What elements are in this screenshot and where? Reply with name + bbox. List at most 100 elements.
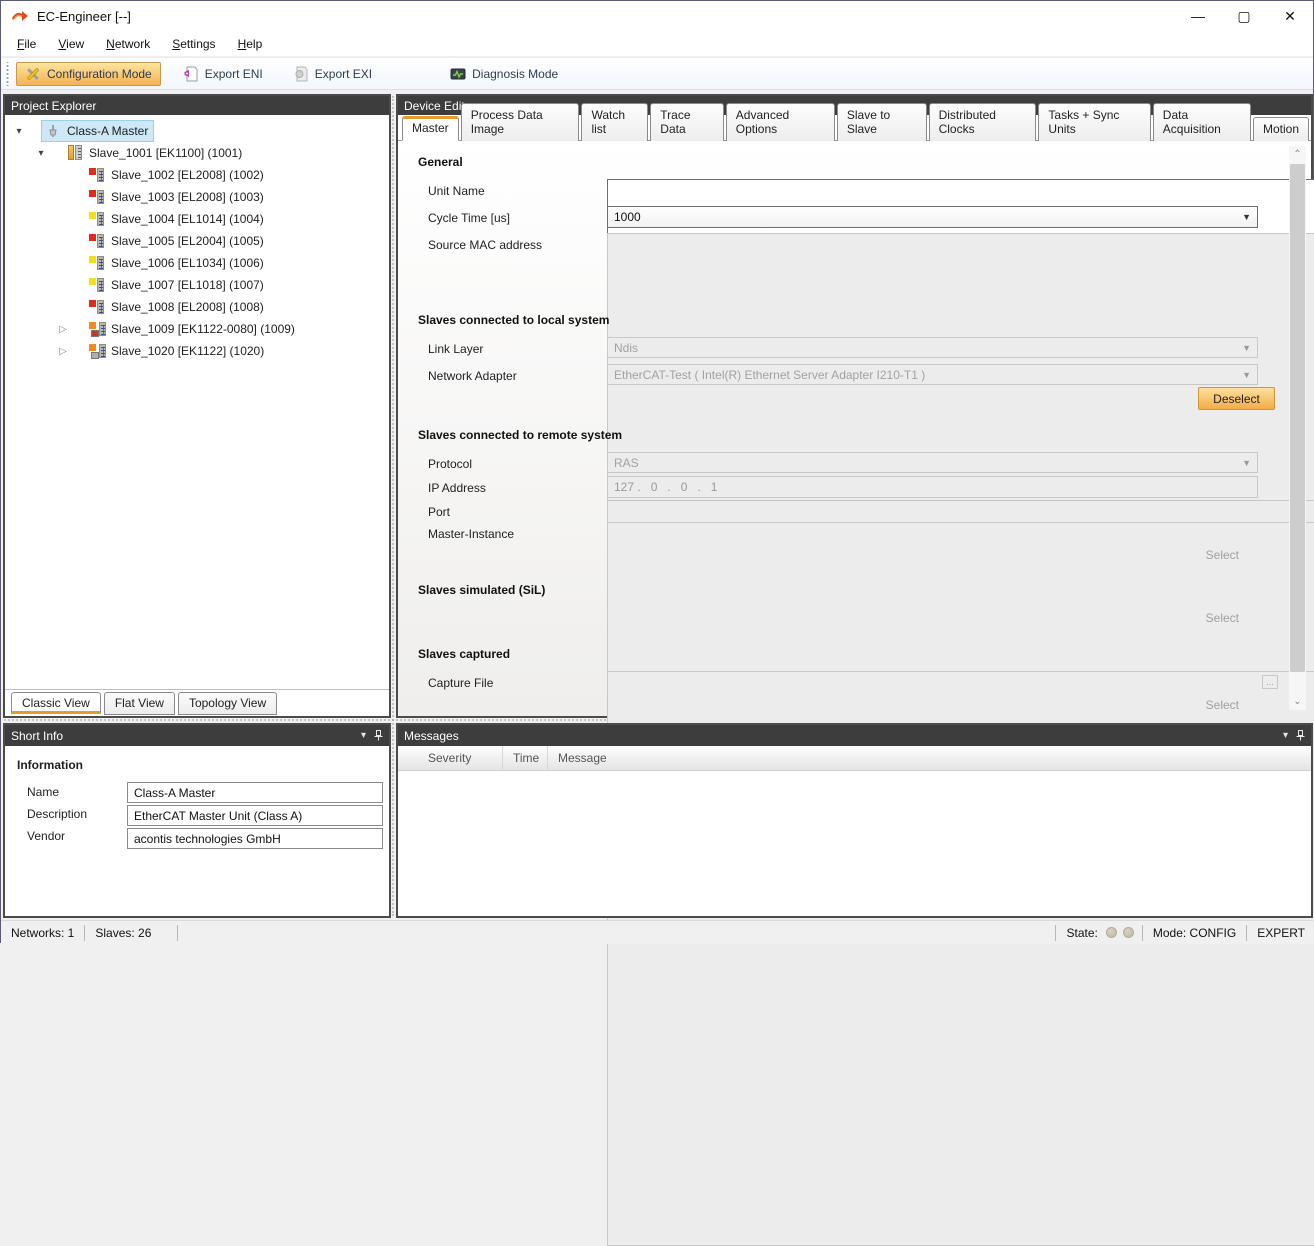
tree-row-slave-1008[interactable]: Slave_1008 [EL2008] (1008) [5, 296, 389, 318]
protocol-combobox: RAS▼ [607, 452, 1258, 473]
tab-motion[interactable]: Motion [1253, 117, 1309, 141]
configuration-mode-button[interactable]: Configuration Mode [16, 62, 161, 86]
pin-icon[interactable] [1296, 730, 1305, 741]
expander-expanded-icon[interactable]: ▾ [33, 148, 49, 159]
tree-row-slave-1003[interactable]: Slave_1003 [EL2008] (1003) [5, 186, 389, 208]
cycle-time-combobox[interactable]: 1000▼ [607, 206, 1258, 228]
tree-node-slave-1009[interactable]: Slave_1009 [EK1122-0080] (1009) [85, 318, 301, 340]
expander-collapsed-icon[interactable]: ▷ [55, 324, 71, 335]
device-editor-scrollbar[interactable]: ⌃ ⌄ [1289, 146, 1306, 710]
output-terminal-icon [89, 167, 105, 183]
tab-watch-list[interactable]: Watch list [581, 103, 648, 141]
tab-topology-view[interactable]: Topology View [178, 692, 277, 715]
deselect-button[interactable]: Deselect [1198, 387, 1275, 410]
expander-collapsed-icon[interactable]: ▷ [55, 346, 71, 357]
collapse-chevron-icon[interactable]: ▾ [1283, 730, 1288, 741]
scroll-down-icon[interactable]: ⌄ [1289, 693, 1306, 710]
collapse-chevron-icon[interactable]: ▾ [361, 730, 366, 741]
tree-node-slave-1003[interactable]: Slave_1003 [EL2008] (1003) [85, 186, 270, 208]
tree-node-slave-1007[interactable]: Slave_1007 [EL1018] (1007) [85, 274, 270, 296]
cycle-time-label: Cycle Time [us] [428, 211, 510, 225]
tree-row-slave-1007[interactable]: Slave_1007 [EL1018] (1007) [5, 274, 389, 296]
menu-settings[interactable]: Settings [162, 33, 225, 55]
scroll-up-icon[interactable]: ⌃ [1289, 146, 1306, 163]
status-bar: Networks: 1 Slaves: 26 State: Mode: CONF… [1, 920, 1313, 944]
input-terminal-icon [89, 211, 105, 227]
toolbar-grip[interactable] [5, 62, 10, 86]
master-instance-label: Master-Instance [428, 527, 514, 541]
tree-row-slave-1020[interactable]: ▷ Slave_1020 [EK1122] (1020) [5, 340, 389, 362]
tab-advanced-options[interactable]: Advanced Options [726, 103, 835, 141]
vendor-field[interactable] [127, 828, 383, 849]
tab-master[interactable]: Master [402, 116, 459, 141]
tab-slave-to-slave[interactable]: Slave to Slave [837, 103, 927, 141]
protocol-label: Protocol [428, 457, 472, 471]
vertical-splitter[interactable] [392, 96, 394, 916]
menu-help[interactable]: Help [228, 33, 273, 55]
app-logo-icon [11, 9, 29, 23]
tree-node-slave-1004[interactable]: Slave_1004 [EL1014] (1004) [85, 208, 270, 230]
messages-header: Messages ▾ [398, 725, 1311, 746]
messages-column-header: Severity Time Message [398, 746, 1311, 771]
device-editor-panel: Device Editor Master Process Data Image … [396, 94, 1313, 718]
name-field[interactable] [127, 782, 383, 803]
tree-node-slave-1002[interactable]: Slave_1002 [EL2008] (1002) [85, 164, 270, 186]
tab-data-acquisition[interactable]: Data Acquisition [1153, 103, 1251, 141]
tree-row-master[interactable]: ▾ Class-A Master [5, 120, 389, 142]
junction-terminal-icon [89, 321, 105, 337]
expander-expanded-icon[interactable]: ▾ [11, 126, 27, 137]
scrollbar-thumb[interactable] [1290, 164, 1305, 672]
name-label: Name [27, 785, 59, 799]
tab-trace-data[interactable]: Trace Data [650, 103, 724, 141]
tab-tasks-sync-units[interactable]: Tasks + Sync Units [1038, 103, 1150, 141]
tree-label: Slave_1005 [EL2004] (1005) [111, 234, 264, 248]
tree-row-slave-1002[interactable]: Slave_1002 [EL2008] (1002) [5, 164, 389, 186]
column-message[interactable]: Message [548, 746, 617, 770]
captured-select-link[interactable]: Select [1206, 698, 1239, 712]
messages-panel: Messages ▾ Severity Time Message [396, 723, 1313, 918]
tree-row-slave-1009[interactable]: ▷ Slave_1009 [EK1122-0080] (1009) [5, 318, 389, 340]
remote-select-link[interactable]: Select [1206, 548, 1239, 562]
tab-flat-view[interactable]: Flat View [104, 692, 175, 715]
export-exi-label: Export EXI [315, 67, 372, 81]
pin-icon[interactable] [374, 730, 383, 741]
tree-node-slave-1006[interactable]: Slave_1006 [EL1034] (1006) [85, 252, 270, 274]
export-eni-label: Export ENI [205, 67, 263, 81]
tab-distributed-clocks[interactable]: Distributed Clocks [929, 103, 1037, 141]
tree-row-slave-1006[interactable]: Slave_1006 [EL1034] (1006) [5, 252, 389, 274]
sil-select-link[interactable]: Select [1206, 611, 1239, 625]
view-tab-strip: Classic View Flat View Topology View [5, 689, 389, 716]
tree-node-slave-1008[interactable]: Slave_1008 [EL2008] (1008) [85, 296, 270, 318]
maximize-button[interactable]: ▢ [1221, 1, 1267, 31]
close-button[interactable]: ✕ [1267, 1, 1313, 31]
column-severity[interactable]: Severity [398, 746, 503, 770]
tree-label: Class-A Master [67, 124, 148, 138]
tab-classic-view[interactable]: Classic View [11, 692, 101, 714]
tree-node-slave-1020[interactable]: Slave_1020 [EK1122] (1020) [85, 340, 270, 362]
tree-row-slave-1005[interactable]: Slave_1005 [EL2004] (1005) [5, 230, 389, 252]
chevron-down-icon: ▼ [1242, 458, 1251, 468]
tab-process-data-image[interactable]: Process Data Image [461, 103, 580, 141]
short-info-body: Information Name Description Vendor [5, 746, 389, 916]
expert-indicator: EXPERT [1255, 926, 1307, 940]
tree-row-slave-1001[interactable]: ▾ Slave_1001 [EK1100] (1001) [5, 142, 389, 164]
description-field[interactable] [127, 805, 383, 826]
export-eni-button[interactable]: Export ENI [175, 62, 271, 86]
export-exi-button[interactable]: Export EXI [285, 62, 380, 86]
menu-file[interactable]: File [7, 33, 46, 55]
chevron-down-icon: ▼ [1242, 343, 1251, 353]
diagnosis-mode-label: Diagnosis Mode [472, 67, 558, 81]
minimize-button[interactable]: — [1175, 1, 1221, 31]
tree-node-slave-1005[interactable]: Slave_1005 [EL2004] (1005) [85, 230, 270, 252]
browse-button[interactable]: ... [1262, 675, 1278, 689]
tree-node-master[interactable]: Class-A Master [41, 120, 154, 142]
messages-list [398, 771, 1311, 916]
column-time[interactable]: Time [503, 746, 548, 770]
menu-view[interactable]: View [48, 33, 94, 55]
menu-network[interactable]: Network [96, 33, 160, 55]
tree-node-slave-1001[interactable]: Slave_1001 [EK1100] (1001) [63, 142, 248, 164]
tree-row-slave-1004[interactable]: Slave_1004 [EL1014] (1004) [5, 208, 389, 230]
output-terminal-icon [89, 233, 105, 249]
mac-address-label: Source MAC address [428, 238, 542, 252]
diagnosis-mode-button[interactable]: Diagnosis Mode [442, 62, 566, 86]
